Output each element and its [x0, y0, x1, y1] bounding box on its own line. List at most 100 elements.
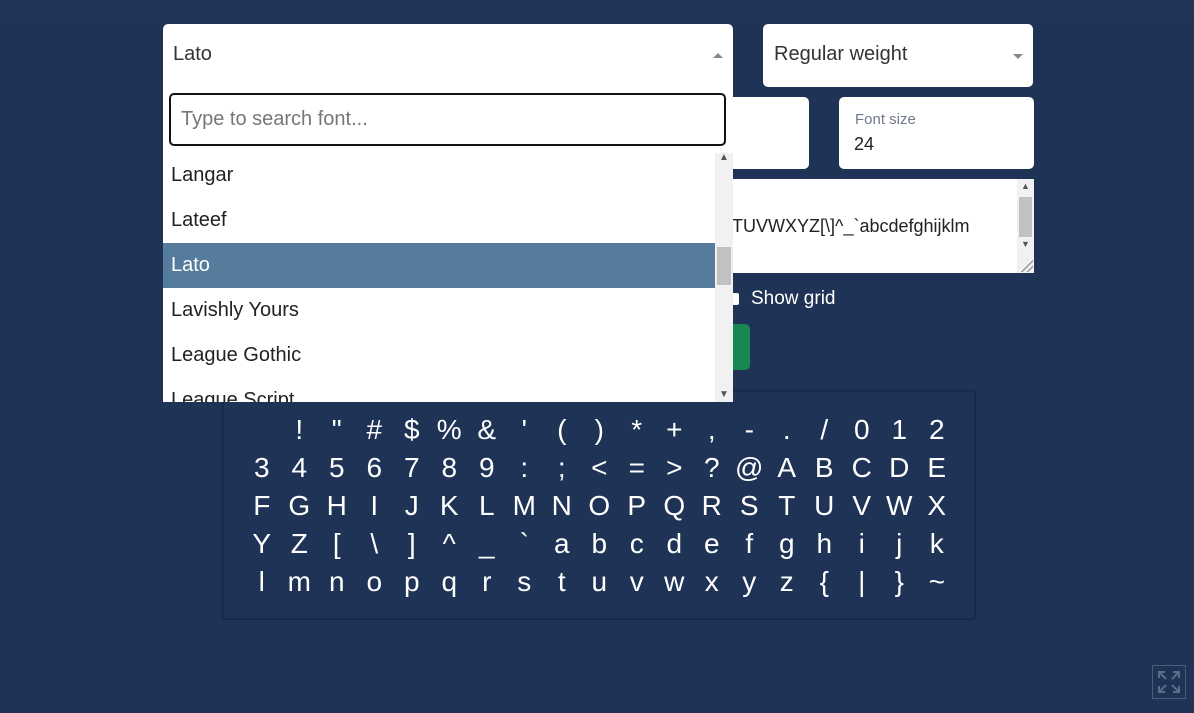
glyph-cell: R: [701, 490, 722, 521]
glyph-cell: 2: [928, 414, 945, 445]
font-option[interactable]: League Gothic: [163, 333, 715, 378]
glyph-cell: h: [816, 528, 833, 559]
glyph-cell: s: [517, 566, 532, 597]
glyph-cell: +: [666, 414, 683, 445]
font-size-label: Font size: [855, 111, 916, 128]
glyph-cell: #: [366, 414, 383, 445]
glyph-cell: *: [631, 414, 643, 445]
glyph-cell: o: [366, 566, 383, 597]
glyph-cell: K: [439, 490, 459, 521]
scroll-down-icon[interactable]: ▼: [719, 389, 729, 400]
glyph-cell: c: [629, 528, 644, 559]
top-strip: [0, 0, 1194, 22]
font-option[interactable]: League Script: [163, 378, 715, 402]
font-size-field[interactable]: Font size 24: [839, 97, 1034, 169]
glyph-cell: y: [742, 566, 757, 597]
glyph-cell: =: [628, 452, 645, 483]
font-option[interactable]: Lateef: [163, 198, 715, 243]
glyph-cell: r: [482, 566, 492, 597]
glyph-cell: 0: [853, 414, 870, 445]
glyph-cell: }: [894, 566, 904, 597]
glyph-cell: ?: [703, 452, 720, 483]
glyph-cell: !: [295, 414, 304, 445]
glyph-cell: j: [896, 528, 903, 559]
expand-arrows-icon: [1158, 671, 1180, 693]
chevron-up-icon: [713, 53, 723, 58]
scroll-up-icon[interactable]: ▲: [719, 152, 729, 163]
glyph-cell: i: [858, 528, 865, 559]
font-option[interactable]: Lato: [163, 243, 715, 288]
glyph-cell: x: [704, 566, 719, 597]
glyph-cell: P: [627, 490, 647, 521]
font-select[interactable]: Lato: [163, 24, 733, 87]
font-option[interactable]: Langar: [163, 153, 715, 198]
glyph-cell: S: [739, 490, 759, 521]
glyph-cell: H: [326, 490, 347, 521]
glyph-cell: d: [666, 528, 683, 559]
glyph-cell: ': [521, 414, 527, 445]
glyph-cell: @: [735, 452, 764, 483]
sample-text-value[interactable]: TUVWXYZ[\]^_`abcdefghijklm: [732, 216, 970, 237]
font-size-value[interactable]: 24: [854, 134, 874, 155]
glyph-cell: 4: [291, 452, 308, 483]
glyph-cell: &: [477, 414, 497, 445]
glyph-cell: D: [889, 452, 910, 483]
glyph-cell: `: [519, 528, 529, 559]
glyph-cell: %: [436, 414, 462, 445]
glyph-cell: a: [553, 528, 570, 559]
glyph-cell: L: [478, 490, 495, 521]
weight-select[interactable]: Regular weight: [763, 24, 1033, 87]
glyph-cell: g: [778, 528, 795, 559]
glyph-cell: l: [258, 566, 265, 597]
glyph-cell: [243, 411, 281, 449]
scrollbar-thumb[interactable]: [717, 247, 731, 285]
glyph-cell: /: [820, 414, 829, 445]
dropdown-scrollbar[interactable]: ▲ ▼: [715, 152, 733, 402]
glyph-cell: N: [551, 490, 572, 521]
glyph-cell: I: [370, 490, 379, 521]
glyph-cell: q: [441, 566, 458, 597]
scroll-down-icon[interactable]: ▼: [1021, 239, 1030, 249]
glyph-cell: w: [664, 566, 685, 597]
glyph-cell: [: [332, 528, 341, 559]
glyph-cell: W: [886, 490, 913, 521]
glyph-cell: J: [404, 490, 419, 521]
glyph-cell: e: [703, 528, 720, 559]
font-option[interactable]: Lavishly Yours: [163, 288, 715, 333]
glyph-cell: z: [779, 566, 794, 597]
font-search-input[interactable]: [169, 93, 726, 146]
glyph-cell: 8: [441, 452, 458, 483]
glyph-cell: u: [591, 566, 608, 597]
glyph-cell: 9: [478, 452, 495, 483]
glyph-cell: \: [370, 528, 379, 559]
font-options-list: Langar Lateef Lato Lavishly Yours League Got…: [163, 153, 715, 402]
glyph-cell: M: [512, 490, 536, 521]
glyph-cell: 6: [366, 452, 383, 483]
sample-text-scrollbar[interactable]: ▲ ▼: [1017, 179, 1034, 273]
glyph-cell: A: [777, 452, 797, 483]
glyph-cell: {: [819, 566, 829, 597]
sample-text-area[interactable]: TUVWXYZ[\]^_`abcdefghijklm ▲ ▼: [700, 179, 1034, 273]
glyph-cell: F: [253, 490, 271, 521]
scrollbar-thumb[interactable]: [1019, 197, 1032, 237]
glyph-cell: p: [403, 566, 420, 597]
glyph-cell: $: [403, 414, 420, 445]
glyph-cell: X: [927, 490, 947, 521]
glyph-cell: 7: [403, 452, 420, 483]
glyph-cell: T: [778, 490, 796, 521]
glyph-cell: f: [745, 528, 754, 559]
glyph-preview: ! " # $% & ' () * +, -. / 0 1 2 3 4 5 6 7 8 9:; < = >? @ A B C D E F G H…: [222, 390, 976, 620]
glyph-cell: .: [782, 414, 791, 445]
glyph-cell: ): [594, 414, 604, 445]
glyph-cell: 1: [891, 414, 908, 445]
glyph-cell: (: [557, 414, 567, 445]
resize-handle-icon[interactable]: [1021, 260, 1033, 272]
glyph-cell: E: [927, 452, 947, 483]
weight-select-value: Regular weight: [774, 43, 908, 65]
glyph-cell: :: [520, 452, 529, 483]
fullscreen-button[interactable]: [1152, 665, 1186, 699]
glyph-cell: _: [478, 528, 495, 559]
show-grid-label[interactable]: Show grid: [751, 288, 836, 310]
glyph-cell: Y: [252, 528, 272, 559]
scroll-up-icon[interactable]: ▲: [1021, 181, 1030, 191]
